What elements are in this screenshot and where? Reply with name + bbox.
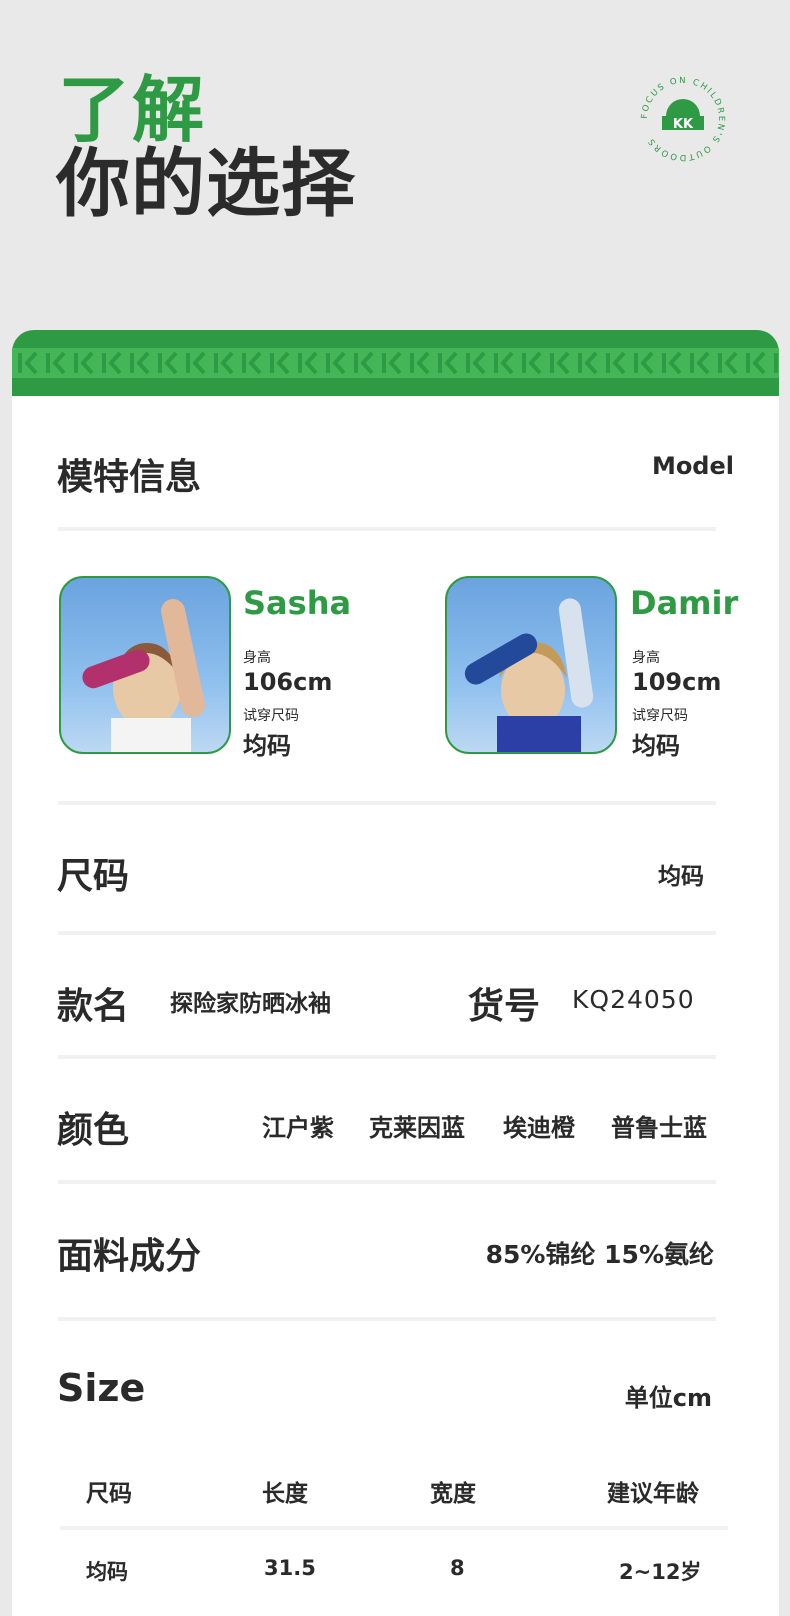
table-divider [60, 1526, 728, 1530]
table-header-size: 尺码 [86, 1481, 132, 1507]
table-cell-age: 2~12岁 [619, 1560, 702, 1584]
size-value: 均码 [632, 732, 680, 760]
style-row-title: 款名 [57, 986, 130, 1027]
color-option: 普鲁士蓝 [611, 1114, 707, 1142]
logo-mark: KK [673, 117, 694, 132]
fabric-row-title: 面料成分 [57, 1236, 202, 1277]
color-option: 克莱因蓝 [369, 1114, 465, 1142]
model-photo-damir [445, 576, 617, 754]
style-name-value: 探险家防晒冰袖 [170, 991, 331, 1017]
product-info-card [12, 330, 779, 1616]
size-label: 试穿尺码 [632, 708, 688, 724]
table-cell-size: 均码 [86, 1560, 128, 1584]
hero-title: 你的选择 [56, 141, 356, 227]
table-header-length: 长度 [262, 1481, 308, 1507]
sku-title: 货号 [468, 986, 541, 1027]
divider [58, 1055, 716, 1059]
size-row-title: 尺码 [57, 856, 130, 897]
model-name: Sasha [243, 584, 352, 622]
sku-value: KQ24050 [572, 985, 695, 1014]
divider [58, 1180, 716, 1184]
height-label: 身高 [243, 650, 271, 666]
model-name: Damir [630, 584, 739, 622]
size-table-unit: 单位cm [624, 1384, 712, 1412]
height-value: 106cm [243, 668, 333, 696]
model-section-title: 模特信息 [57, 457, 202, 498]
divider [58, 931, 716, 935]
fabric-value: 85%锦纶 15%氨纶 [485, 1240, 714, 1269]
model-photo-sasha [59, 576, 231, 754]
divider [58, 527, 716, 531]
table-cell-length: 31.5 [264, 1556, 316, 1580]
size-table-title: Size [57, 1366, 146, 1410]
table-cell-width: 8 [450, 1556, 465, 1580]
chevron-pattern-icon [18, 351, 778, 375]
size-row-value: 均码 [658, 864, 704, 890]
height-value: 109cm [632, 668, 722, 696]
hero-title-accent: 了解 [58, 68, 207, 152]
table-header-age: 建议年龄 [607, 1481, 699, 1507]
color-option: 江户紫 [262, 1114, 334, 1142]
model-section-title-en: Model [651, 452, 734, 480]
brand-logo: FOCUS ON CHILDREN'S OUTDOORS KK [640, 76, 724, 162]
divider [58, 801, 716, 805]
height-label: 身高 [632, 650, 660, 666]
size-value: 均码 [243, 732, 291, 760]
color-option: 埃迪橙 [503, 1114, 575, 1142]
table-header-width: 宽度 [430, 1481, 476, 1507]
card-band-pattern [12, 348, 779, 378]
color-row-title: 颜色 [57, 1110, 130, 1151]
divider [58, 1317, 716, 1321]
size-label: 试穿尺码 [243, 708, 299, 724]
